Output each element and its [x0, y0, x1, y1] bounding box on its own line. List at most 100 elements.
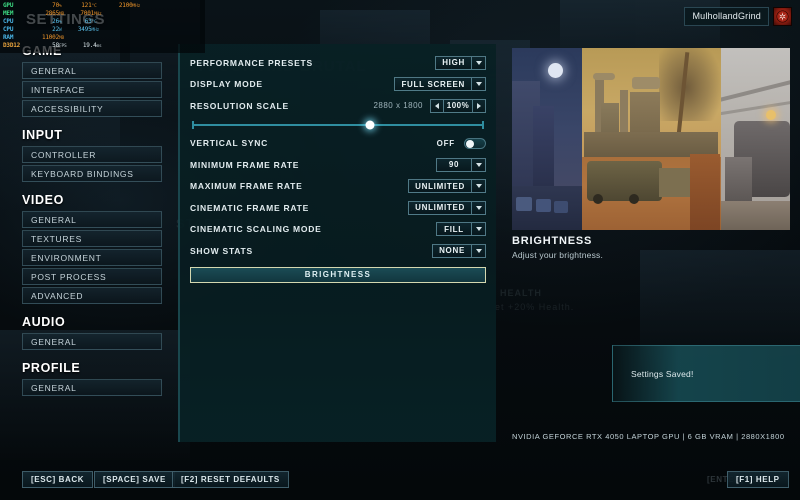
sidebar-item-video-general[interactable]: GENERAL	[22, 211, 162, 228]
cinematic-frame-rate-dropdown[interactable]: UNLIMITED	[408, 200, 486, 215]
perf-row: D3D12 58 FPS 19.4 ms	[3, 42, 202, 50]
sidebar-item-input-keyboard-bindings[interactable]: KEYBOARD BINDINGS	[22, 165, 162, 182]
chevron-down-icon[interactable]	[471, 244, 485, 257]
preview-caption: BRIGHTNESS Adjust your brightness.	[512, 230, 790, 260]
sidebar-item-label: CONTROLLER	[31, 149, 97, 160]
sidebar-item-label: ENVIRONMENT	[31, 252, 102, 263]
resolution-scale-slider-row	[190, 117, 486, 133]
toast-text: Settings Saved!	[631, 368, 694, 379]
sidebar-item-label: KEYBOARD BINDINGS	[31, 168, 134, 179]
setting-label: CINEMATIC SCALING MODE	[190, 224, 322, 235]
setting-row-maximum-frame-rate: MAXIMUM FRAME RATE UNLIMITED	[190, 176, 486, 198]
sidebar-item-label: GENERAL	[31, 336, 77, 347]
sidebar-item-video-advanced[interactable]: ADVANCED	[22, 287, 162, 304]
brightness-button[interactable]: BRIGHTNESS	[190, 266, 486, 283]
maximum-frame-rate-dropdown[interactable]: UNLIMITED	[408, 179, 486, 194]
reset-defaults-button[interactable]: [F2] RESET DEFAULTS	[172, 471, 289, 488]
settings-saved-toast: Settings Saved!	[612, 345, 800, 402]
perf-unit: ms	[96, 43, 102, 49]
perf-unit: W	[59, 27, 62, 33]
chevron-right-icon[interactable]	[472, 99, 485, 112]
perf-unit: MB	[59, 11, 65, 17]
perf-value: 70	[52, 2, 59, 9]
sidebar-item-label: INTERFACE	[31, 84, 86, 95]
chevron-left-icon[interactable]	[431, 99, 444, 112]
chevron-down-icon[interactable]	[471, 158, 485, 171]
help-button[interactable]: [F1] HELP	[727, 471, 789, 488]
perf-value: 58	[52, 41, 59, 49]
user-badge[interactable]: MulhollandGrind	[684, 7, 792, 26]
dropdown-value: UNLIMITED	[415, 181, 465, 191]
save-button[interactable]: [SPACE] SAVE	[94, 471, 175, 488]
perf-unit: MB	[59, 35, 65, 41]
sidebar-group-title-input: INPUT	[22, 128, 63, 142]
display-mode-dropdown[interactable]: FULL SCREEN	[394, 77, 486, 92]
vertical-sync-toggle[interactable]	[464, 137, 486, 149]
performance-stats-overlay: GPU 70% 121 °C 2100 MHz MEM 2865 MB 7001 MHz…	[0, 0, 205, 53]
chevron-down-icon[interactable]	[471, 180, 485, 193]
slider-handle[interactable]	[365, 120, 375, 129]
sidebar-item-input-controller[interactable]: CONTROLLER	[22, 146, 162, 163]
chevron-down-icon[interactable]	[471, 201, 485, 214]
sidebar-item-audio-general[interactable]: GENERAL	[22, 333, 162, 350]
preview-description: Adjust your brightness.	[512, 250, 604, 260]
sidebar-item-video-textures[interactable]: TEXTURES	[22, 230, 162, 247]
performance-presets-dropdown[interactable]: HIGH	[435, 55, 486, 70]
setting-label: PERFORMANCE PRESETS	[190, 57, 313, 68]
setting-label: MINIMUM FRAME RATE	[190, 159, 300, 170]
sidebar-item-game-interface[interactable]: INTERFACE	[22, 81, 162, 98]
perf-value: 19.4	[82, 41, 97, 49]
setting-row-vertical-sync: VERTICAL SYNC OFF	[190, 133, 486, 155]
chevron-down-icon[interactable]	[471, 78, 485, 91]
brightness-preview-image	[512, 48, 790, 230]
perf-unit: °C	[91, 4, 97, 9]
stepper-value: 100%	[446, 101, 470, 111]
preview-panel: BRIGHTNESS Adjust your brightness.	[512, 48, 790, 260]
sidebar-group-title-audio: AUDIO	[22, 315, 66, 329]
show-stats-dropdown[interactable]: NONE	[432, 243, 486, 258]
sidebar-item-game-accessibility[interactable]: ACCESSIBILITY	[22, 100, 162, 117]
setting-row-cinematic-scaling-mode: CINEMATIC SCALING MODE FILL	[190, 219, 486, 241]
bottom-hint-bar: [ESC] BACK [SPACE] SAVE [F2] RESET DEFAU…	[0, 456, 800, 500]
toggle-knob	[466, 139, 474, 148]
resolution-scale-stepper[interactable]: 100%	[430, 98, 486, 113]
sidebar-item-label: GENERAL	[31, 65, 77, 76]
setting-row-display-mode: DISPLAY MODE FULL SCREEN	[190, 74, 486, 96]
chevron-down-icon[interactable]	[471, 56, 485, 69]
sidebar-group-title-video: VIDEO	[22, 193, 64, 207]
preview-pane-bright	[720, 48, 790, 230]
dropdown-value: UNLIMITED	[415, 203, 465, 213]
preview-title: BRIGHTNESS	[512, 235, 593, 247]
chevron-down-icon[interactable]	[471, 223, 485, 236]
setting-label: RESOLUTION SCALE	[190, 100, 289, 111]
sidebar-item-label: ADVANCED	[31, 290, 84, 301]
gpu-info-line: NVIDIA GEFORCE RTX 4050 LAPTOP GPU | 6 G…	[512, 432, 785, 441]
perf-value: 2100	[118, 2, 133, 9]
toggle-state-label: OFF	[436, 138, 455, 148]
perf-row: CPU 22 W 3495 MHz	[3, 26, 202, 34]
crimson-omen-icon	[773, 7, 792, 26]
perf-value: 26	[52, 17, 59, 25]
perf-row: CPU 26% 63 °C	[3, 18, 202, 26]
perf-value: 3495	[77, 25, 92, 33]
perf-value: 11002	[41, 33, 59, 41]
perf-unit: °C	[91, 19, 97, 25]
minimum-frame-rate-dropdown[interactable]: 90	[436, 157, 486, 172]
sidebar-item-label: GENERAL	[31, 382, 77, 393]
sidebar-item-video-environment[interactable]: ENVIRONMENT	[22, 249, 162, 266]
sidebar-item-profile-general[interactable]: GENERAL	[22, 379, 162, 396]
settings-main-panel: PERFORMANCE PRESETS HIGH DISPLAY MODE FU…	[178, 44, 496, 442]
sidebar-item-label: POST PROCESS	[31, 271, 107, 282]
dropdown-value: FILL	[444, 224, 464, 234]
resolution-scale-slider[interactable]	[192, 120, 484, 129]
back-button[interactable]: [ESC] BACK	[22, 471, 94, 488]
sidebar-item-game-general[interactable]: GENERAL	[22, 62, 162, 79]
perf-unit: MHz	[94, 11, 102, 17]
cinematic-scaling-mode-dropdown[interactable]: FILL	[436, 222, 486, 237]
perf-unit: MHz	[91, 27, 100, 33]
dropdown-value: 90	[448, 160, 460, 170]
sidebar-item-video-post-process[interactable]: POST PROCESS	[22, 268, 162, 285]
setting-row-resolution-scale: RESOLUTION SCALE 2880 x 1800 100%	[190, 95, 486, 117]
user-name: MulhollandGrind	[684, 7, 769, 26]
sidebar-item-label: GENERAL	[31, 214, 77, 225]
